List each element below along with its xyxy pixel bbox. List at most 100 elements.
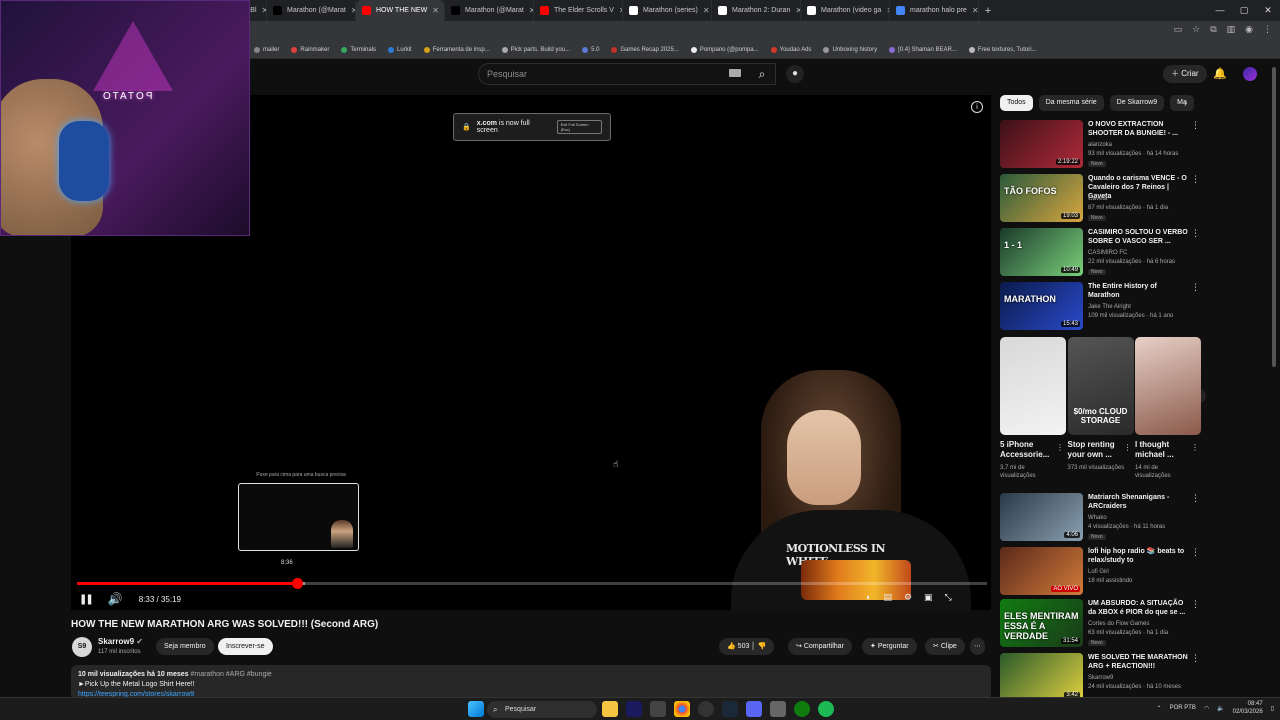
- keyboard-icon[interactable]: [729, 69, 741, 77]
- bookmark-item[interactable]: Games Recap 2025...: [607, 46, 682, 53]
- like-button[interactable]: 👍 503 │ 👎: [719, 638, 775, 655]
- more-vert-icon[interactable]: ⋮: [1191, 547, 1200, 558]
- more-vert-icon[interactable]: ⋮: [1191, 282, 1200, 293]
- speaker-icon[interactable]: 🔈: [1217, 705, 1224, 712]
- minimize-icon[interactable]: —: [1208, 0, 1232, 21]
- browser-tab[interactable]: marathon halo pre ✕: [890, 0, 979, 21]
- recommended-video[interactable]: AO VIVO lofi hip hop radio 📚 beats to rel…: [1000, 547, 1200, 599]
- bookmark-item[interactable]: Pick parts. Build you...: [498, 46, 574, 53]
- bookmark-item[interactable]: Terminals: [337, 46, 380, 53]
- channel-name[interactable]: Whako: [1088, 515, 1107, 521]
- taskbar-search[interactable]: ⌕ Pesquisar: [487, 701, 597, 718]
- pause-icon[interactable]: ❚❚: [79, 594, 94, 605]
- video-thumbnail[interactable]: 2:19:22: [1000, 120, 1083, 168]
- xbox-icon[interactable]: [794, 701, 810, 717]
- tray-chevron-icon[interactable]: ⌃: [1157, 705, 1162, 712]
- bookmark-item[interactable]: Ferramenta de insp...: [420, 46, 494, 53]
- chrome-icon[interactable]: [674, 701, 690, 717]
- short-thumbnail[interactable]: [1135, 337, 1201, 435]
- more-vert-icon[interactable]: ⋮: [1191, 174, 1200, 185]
- bookmark-item[interactable]: Youdao Ads: [767, 46, 816, 53]
- browser-tab[interactable]: Marathon 2: Duran✕: [712, 0, 801, 21]
- channel-avatar[interactable]: S9: [72, 637, 92, 657]
- language-indicator[interactable]: POR PTB: [1170, 705, 1196, 711]
- description-box[interactable]: 10 mil visualizações há 10 meses #marath…: [71, 665, 991, 700]
- browser-tab[interactable]: Marathon (video ga✕: [801, 0, 890, 21]
- recommended-video[interactable]: 2:19:22 O NOVO EXTRACTION SHOOTER DA BUNG…: [1000, 120, 1200, 172]
- discord-icon[interactable]: [746, 701, 762, 717]
- menu-icon[interactable]: ⋮: [1263, 24, 1272, 35]
- browser-tab[interactable]: Marathon (@Marat✕: [445, 0, 534, 21]
- join-button[interactable]: Seja membro: [156, 638, 214, 655]
- volume-icon[interactable]: 🔊: [108, 592, 123, 606]
- bookmark-item[interactable]: Pompano (@pompa...: [687, 46, 763, 53]
- scrubber-handle[interactable]: [291, 578, 303, 589]
- search-button[interactable]: ⌕: [748, 63, 776, 85]
- bookmark-item[interactable]: Unboxing history: [819, 46, 881, 53]
- channel-name[interactable]: Skarrow9: [1088, 675, 1113, 681]
- more-vert-icon[interactable]: ⋮: [1191, 493, 1200, 504]
- account-avatar[interactable]: [1243, 67, 1257, 81]
- info-icon[interactable]: i: [971, 101, 983, 113]
- browser-tab[interactable]: HOW THE NEW ✕: [356, 0, 445, 21]
- filter-chip[interactable]: De Skarrow9: [1109, 95, 1165, 111]
- progress-bar[interactable]: [77, 578, 987, 589]
- more-vert-icon[interactable]: ⋮: [1191, 653, 1200, 664]
- create-button[interactable]: ＋ Criar: [1163, 65, 1207, 83]
- share-button[interactable]: ↪ Compartilhar: [788, 638, 852, 655]
- app-icon[interactable]: [770, 701, 786, 717]
- sidebar-icon[interactable]: ▥: [1227, 24, 1236, 35]
- dislike-icon[interactable]: 👎: [758, 643, 767, 650]
- more-actions-button[interactable]: ⋯: [970, 638, 985, 655]
- subtitles-icon[interactable]: ▤: [883, 592, 892, 603]
- video-thumbnail[interactable]: TÃO FOFOS 19:03: [1000, 174, 1083, 222]
- short-thumbnail[interactable]: $0/mo CLOUD STORAGE: [1067, 337, 1134, 435]
- more-vert-icon[interactable]: ⋮: [1191, 120, 1200, 131]
- more-vert-icon[interactable]: ⋮: [1191, 599, 1200, 610]
- windows-start-icon[interactable]: [468, 701, 484, 717]
- star-icon[interactable]: ☆: [1192, 24, 1200, 35]
- more-vert-icon[interactable]: ⋮: [1191, 228, 1200, 239]
- filter-chip[interactable]: Da mesma série: [1038, 95, 1104, 111]
- bookmark-item[interactable]: Lurkit: [384, 46, 416, 53]
- settings-icon[interactable]: ⚙: [904, 592, 912, 603]
- bookmark-item[interactable]: mailer: [250, 46, 283, 53]
- miniplayer-icon[interactable]: ▣: [924, 592, 933, 603]
- bookmark-item[interactable]: 5.0: [578, 46, 603, 53]
- cast-icon[interactable]: ▭: [1174, 24, 1183, 35]
- video-thumbnail[interactable]: 4:06: [1000, 493, 1083, 541]
- browser-tab[interactable]: The Elder Scrolls V✕: [534, 0, 623, 21]
- more-vert-icon[interactable]: ⋮: [1124, 443, 1132, 452]
- bookmark-item[interactable]: [0.4] Shaman BEAR...: [885, 46, 961, 53]
- profile-icon[interactable]: ◉: [1245, 24, 1253, 35]
- steam-icon[interactable]: [722, 701, 738, 717]
- channel-name[interactable]: Cortes do Flow Games: [1088, 621, 1149, 627]
- browser-tab[interactable]: Marathon (series) ✕: [623, 0, 712, 21]
- more-vert-icon[interactable]: ⋮: [1191, 443, 1199, 452]
- chevron-right-icon[interactable]: ›: [1184, 98, 1187, 108]
- recommended-video[interactable]: 4:06 Matriarch Shenanigans - ARCraiders Wh…: [1000, 493, 1200, 545]
- channel-name[interactable]: CASIMIRO FC: [1088, 250, 1127, 256]
- autoplay-toggle[interactable]: ◐: [866, 592, 871, 603]
- video-thumbnail[interactable]: 1 - 1 10:49: [1000, 228, 1083, 276]
- recommended-video[interactable]: MARATHON 15:43 The Entire History of Marat…: [1000, 282, 1200, 334]
- video-thumbnail[interactable]: MARATHON 15:43: [1000, 282, 1083, 330]
- more-vert-icon[interactable]: ⋮: [1056, 443, 1064, 452]
- file-explorer-icon[interactable]: [602, 701, 618, 717]
- fullscreen-exit-icon[interactable]: ⤡: [945, 592, 952, 603]
- notifications-icon[interactable]: ▯: [1271, 705, 1274, 712]
- scrollbar[interactable]: [1271, 62, 1277, 702]
- video-thumbnail[interactable]: 3:42: [1000, 653, 1083, 701]
- subscribe-button[interactable]: Inscrever-se: [218, 638, 273, 655]
- channel-name[interactable]: Jake The Airight: [1088, 304, 1131, 310]
- premiere-icon[interactable]: [626, 701, 642, 717]
- channel-name[interactable]: Gaveta: [1088, 196, 1107, 202]
- channel-name[interactable]: alanzoka: [1088, 142, 1112, 148]
- exit-fullscreen-key[interactable]: Exit Full Screen (Esc): [556, 120, 602, 134]
- filter-chip[interactable]: Todos: [1000, 95, 1033, 111]
- clock[interactable]: 08:47 02/03/2026: [1233, 700, 1263, 716]
- tab-close-icon[interactable]: ✕: [703, 6, 710, 15]
- video-thumbnail[interactable]: ELES MENTIRAM ESSA É A VERDADE 31:54: [1000, 599, 1083, 647]
- filter-chip[interactable]: Ma: [1170, 95, 1194, 111]
- maximize-icon[interactable]: ▢: [1232, 0, 1256, 21]
